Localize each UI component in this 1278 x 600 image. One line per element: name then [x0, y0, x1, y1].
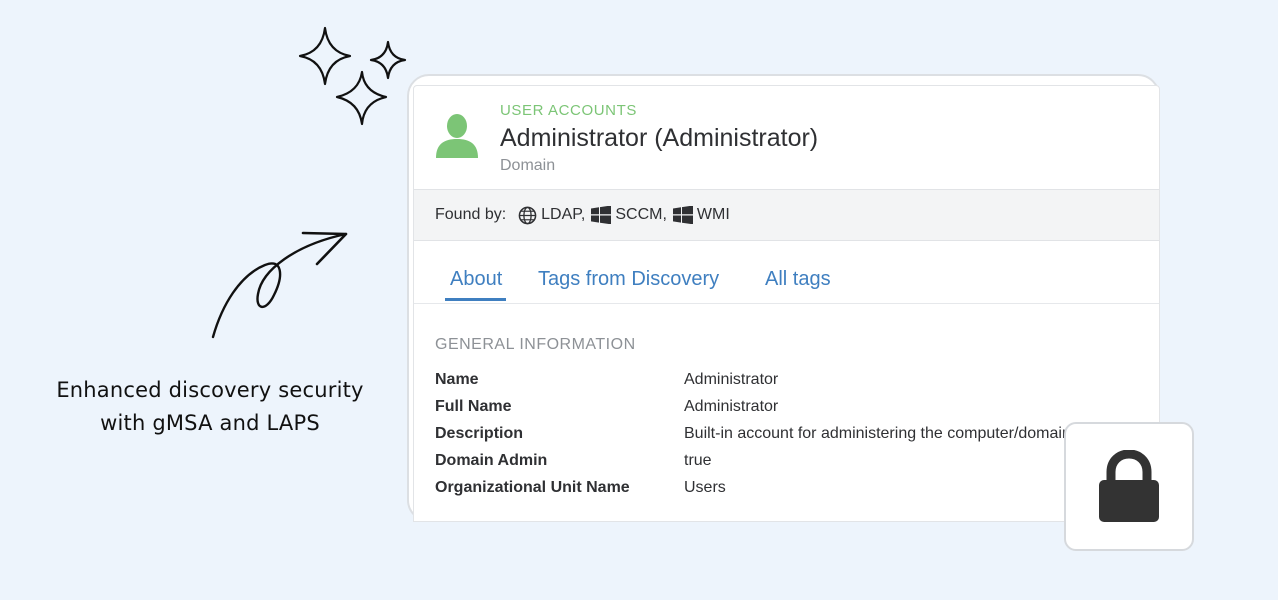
source-wmi: WMI — [672, 206, 730, 224]
category-label: USER ACCOUNTS — [500, 102, 637, 119]
user-icon — [436, 114, 478, 158]
field-key: Description — [435, 425, 524, 442]
info-row-full-name: Full Name Administrator — [435, 396, 1159, 423]
field-value: true — [684, 452, 712, 469]
source-sccm: SCCM, — [591, 206, 667, 224]
user-account-card: USER ACCOUNTS Administrator (Administrat… — [413, 85, 1160, 522]
tab-bar: About Tags from Discovery All tags — [414, 266, 1159, 304]
source-ldap: LDAP, — [518, 206, 585, 225]
field-value: Users — [684, 479, 726, 496]
lock-icon — [1099, 449, 1159, 522]
info-row-domain-admin: Domain Admin true — [435, 450, 1159, 477]
found-by-label: Found by: — [435, 206, 507, 223]
info-table: Name Administrator Full Name Administrat… — [435, 369, 1159, 504]
card-header: USER ACCOUNTS Administrator (Administrat… — [414, 86, 1159, 189]
sparkles-icon — [298, 26, 407, 126]
found-by-bar: Found by: LDAP, SCCM, WMI — [414, 189, 1159, 241]
caption-line-1: Enhanced discovery security — [56, 378, 364, 402]
info-row-name: Name Administrator — [435, 369, 1159, 396]
source-label: SCCM, — [615, 206, 667, 223]
caption-line-2: with gMSA and LAPS — [100, 411, 320, 435]
field-key: Domain Admin — [435, 452, 548, 469]
page-title: Administrator (Administrator) — [500, 124, 819, 152]
info-row-description: Description Built-in account for adminis… — [435, 423, 1159, 450]
tab-all-tags[interactable]: All tags — [765, 268, 831, 291]
curly-arrow-icon — [211, 231, 348, 339]
field-value: Administrator — [684, 398, 779, 415]
tab-about[interactable]: About — [445, 268, 507, 301]
field-value: Administrator — [684, 371, 779, 388]
field-value: Built-in account for administering the c… — [684, 425, 1071, 442]
globe-icon — [518, 206, 537, 224]
windows-icon — [591, 206, 612, 224]
field-key: Name — [435, 371, 479, 388]
source-label: LDAP, — [541, 206, 586, 223]
windows-icon — [672, 206, 693, 224]
lock-badge — [1064, 422, 1194, 551]
section-title: GENERAL INFORMATION — [435, 336, 636, 353]
promo-caption: Enhanced discovery security with gMSA an… — [30, 374, 390, 440]
account-type: Domain — [500, 157, 556, 174]
tab-tags-from-discovery[interactable]: Tags from Discovery — [538, 268, 719, 291]
source-label: WMI — [696, 206, 730, 223]
info-row-ou-name: Organizational Unit Name Users — [435, 477, 1159, 504]
field-key: Organizational Unit Name — [435, 479, 630, 496]
field-key: Full Name — [435, 398, 512, 415]
